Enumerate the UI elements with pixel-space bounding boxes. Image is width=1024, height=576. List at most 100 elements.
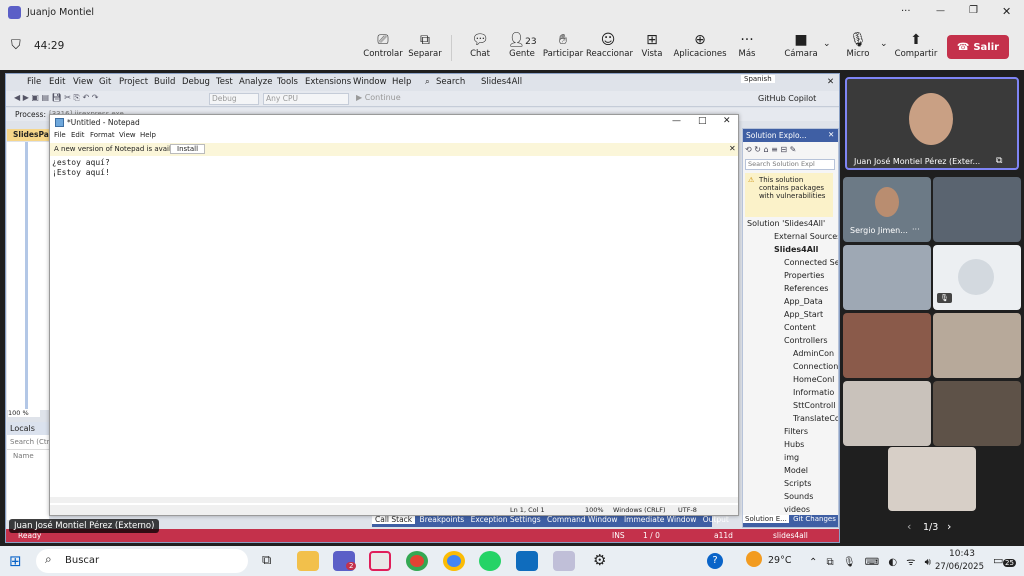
tree-properties[interactable]: Properties — [743, 271, 838, 280]
vs-toolbar-icons[interactable]: ◀ ▶ ▣ ▤ 💾︎ ✂ ⎘ ↶ ↷ — [14, 93, 98, 103]
whatsapp-icon[interactable] — [479, 551, 501, 571]
settings-gear-icon[interactable]: ⚙ — [593, 551, 606, 569]
minimize-button[interactable]: — — [936, 6, 945, 16]
tab-call-stack[interactable]: Call Stack — [372, 515, 416, 524]
tree-videos[interactable]: videos — [743, 505, 838, 514]
tree-references[interactable]: References — [743, 284, 838, 293]
tab-exception-settings[interactable]: Exception Settings — [469, 515, 543, 524]
chat-button[interactable]: 💬︎ Chat — [458, 31, 502, 59]
tree-controllers[interactable]: Controllers — [743, 336, 838, 345]
participant-tile-5[interactable] — [843, 313, 931, 378]
participant-1-more-icon[interactable]: ··· — [912, 225, 920, 234]
vs-copilot-button[interactable]: GitHub Copilot — [758, 94, 816, 103]
weather-temp[interactable]: 29°C — [768, 555, 791, 566]
mas-button[interactable]: ··· Más — [725, 31, 769, 59]
camara-button[interactable]: ■ Cámara — [779, 31, 823, 59]
vs-menu-view[interactable]: View — [73, 77, 93, 87]
tree-stt-controller[interactable]: SttControll — [743, 401, 838, 410]
vs-platform-dropdown[interactable]: Any CPU — [263, 93, 349, 105]
vs-menu-extensions[interactable]: Extensions — [305, 77, 351, 87]
vs-menu-project[interactable]: Project — [119, 77, 148, 87]
tree-admin-controller[interactable]: AdminCon — [743, 349, 838, 358]
gallery-next-icon[interactable]: › — [947, 520, 951, 533]
tree-connection-controller[interactable]: Connection — [743, 362, 838, 371]
close-button[interactable]: ✕ — [1002, 5, 1011, 18]
tab-git-changes[interactable]: Git Changes — [791, 515, 838, 523]
vs-continue-button[interactable]: ▶ Continue — [356, 93, 401, 102]
participant-tile-4[interactable]: 🎙︎ — [933, 245, 1021, 310]
participar-button[interactable]: ✋︎ Participar — [541, 31, 585, 59]
vs-search-icon[interactable]: ⌕ — [425, 77, 430, 87]
participant-tile-7[interactable] — [843, 381, 931, 446]
vs-config-dropdown[interactable]: Debug — [209, 93, 259, 105]
vista-button[interactable]: ⊞ Vista — [630, 31, 674, 59]
notepad-text-area[interactable]: ¿estoy aquí? ¡Estoy aquí! — [52, 158, 736, 498]
gallery-prev-icon[interactable]: ‹ — [907, 520, 911, 533]
tree-filters[interactable]: Filters — [743, 427, 838, 436]
tab-solution-explorer[interactable]: Solution E... — [743, 515, 789, 523]
notepad-minimize-button[interactable]: — — [672, 116, 681, 126]
tree-hubs[interactable]: Hubs — [743, 440, 838, 449]
presenter-video-tile[interactable]: Juan José Montiel Pérez (Exter... ⧉ — [845, 77, 1019, 170]
tab-immediate-window[interactable]: Immediate Window — [622, 515, 698, 524]
vs-zoom-level[interactable]: 100 % — [8, 409, 40, 417]
reaccionar-button[interactable]: ☺ Reaccionar — [586, 31, 633, 59]
camera-options-chevron-icon[interactable]: ⌄ — [823, 39, 831, 49]
vs-menu-help[interactable]: Help — [392, 77, 411, 87]
tree-external-sources[interactable]: External Sources — [743, 232, 838, 241]
tree-img[interactable]: img — [743, 453, 838, 462]
chrome-icon[interactable] — [406, 551, 428, 571]
vs-search-label[interactable]: Search — [436, 77, 465, 87]
help-icon[interactable]: ? — [707, 553, 723, 569]
slack-icon[interactable] — [369, 551, 391, 571]
leave-button[interactable]: ☎ Salir — [947, 35, 1009, 59]
vs-menu-debug[interactable]: Debug — [182, 77, 210, 87]
participant-tile-6[interactable] — [933, 313, 1021, 378]
restore-button[interactable]: ❐ — [969, 5, 978, 16]
vs-menu-build[interactable]: Build — [154, 77, 175, 87]
vs-locals-search[interactable]: Search (Ctrl+E) — [7, 435, 49, 450]
visual-studio-taskbar-icon[interactable] — [553, 551, 575, 571]
np-menu-view[interactable]: View — [119, 131, 136, 139]
micro-button[interactable]: 🎙︎ Micro — [836, 31, 880, 59]
vs-language-indicator[interactable]: Spanish — [741, 75, 775, 83]
chrome-profile-icon[interactable] — [443, 551, 465, 571]
np-menu-file[interactable]: File — [54, 131, 66, 139]
compartir-button[interactable]: ⬆ Compartir — [894, 31, 938, 59]
install-button[interactable]: Install — [170, 144, 206, 154]
vs-status-branch[interactable]: slides4all — [773, 531, 808, 540]
tree-project[interactable]: Slides4All — [743, 245, 838, 254]
notepad-close-button[interactable]: ✕ — [723, 116, 731, 126]
tree-translate-controller[interactable]: TranslateCo — [743, 414, 838, 423]
clock-time[interactable]: 10:43 — [949, 549, 975, 559]
vs-menu-analyze[interactable]: Analyze — [239, 77, 273, 87]
gente-button[interactable]: 👤︎23 Gente — [500, 31, 544, 59]
aplicaciones-button[interactable]: ⊕ Aplicaciones — [672, 31, 728, 59]
weather-icon[interactable] — [746, 551, 762, 567]
np-menu-help[interactable]: Help — [140, 131, 156, 139]
tree-sounds[interactable]: Sounds — [743, 492, 838, 501]
tab-breakpoints[interactable]: Breakpoints — [418, 515, 467, 524]
taskbar-search[interactable]: ⌕ Buscar — [36, 549, 248, 573]
se-search[interactable]: Search Solution Expl — [745, 159, 835, 170]
vs-menu-tools[interactable]: Tools — [277, 77, 298, 87]
notepad-maximize-button[interactable]: □ — [698, 116, 707, 126]
tree-information-controller[interactable]: Informatio — [743, 388, 838, 397]
tab-output[interactable]: Output — [701, 515, 731, 524]
participant-tile-8[interactable] — [933, 381, 1021, 446]
participant-tile-2[interactable] — [933, 177, 1021, 242]
tree-app-start[interactable]: App_Start — [743, 310, 838, 319]
outlook-icon[interactable] — [516, 551, 538, 571]
tab-command-window[interactable]: Command Window — [545, 515, 620, 524]
windows-start-icon[interactable]: ⊞ — [9, 552, 22, 570]
tree-connected[interactable]: Connected Se — [743, 258, 838, 267]
participant-tile-9[interactable] — [888, 447, 976, 511]
tree-model[interactable]: Model — [743, 466, 838, 475]
participant-tile-1[interactable]: Sergio Jimen... ··· — [843, 177, 931, 242]
tree-content[interactable]: Content — [743, 323, 838, 332]
se-toolbar[interactable]: ⟲ ↻ ⌂ ≡ ⊟ ✎ — [743, 143, 838, 157]
vs-menu-git[interactable]: Git — [99, 77, 111, 87]
mic-options-chevron-icon[interactable]: ⌄ — [880, 39, 888, 49]
tree-solution[interactable]: Solution 'Slides4All' — [743, 219, 838, 228]
np-menu-edit[interactable]: Edit — [71, 131, 85, 139]
